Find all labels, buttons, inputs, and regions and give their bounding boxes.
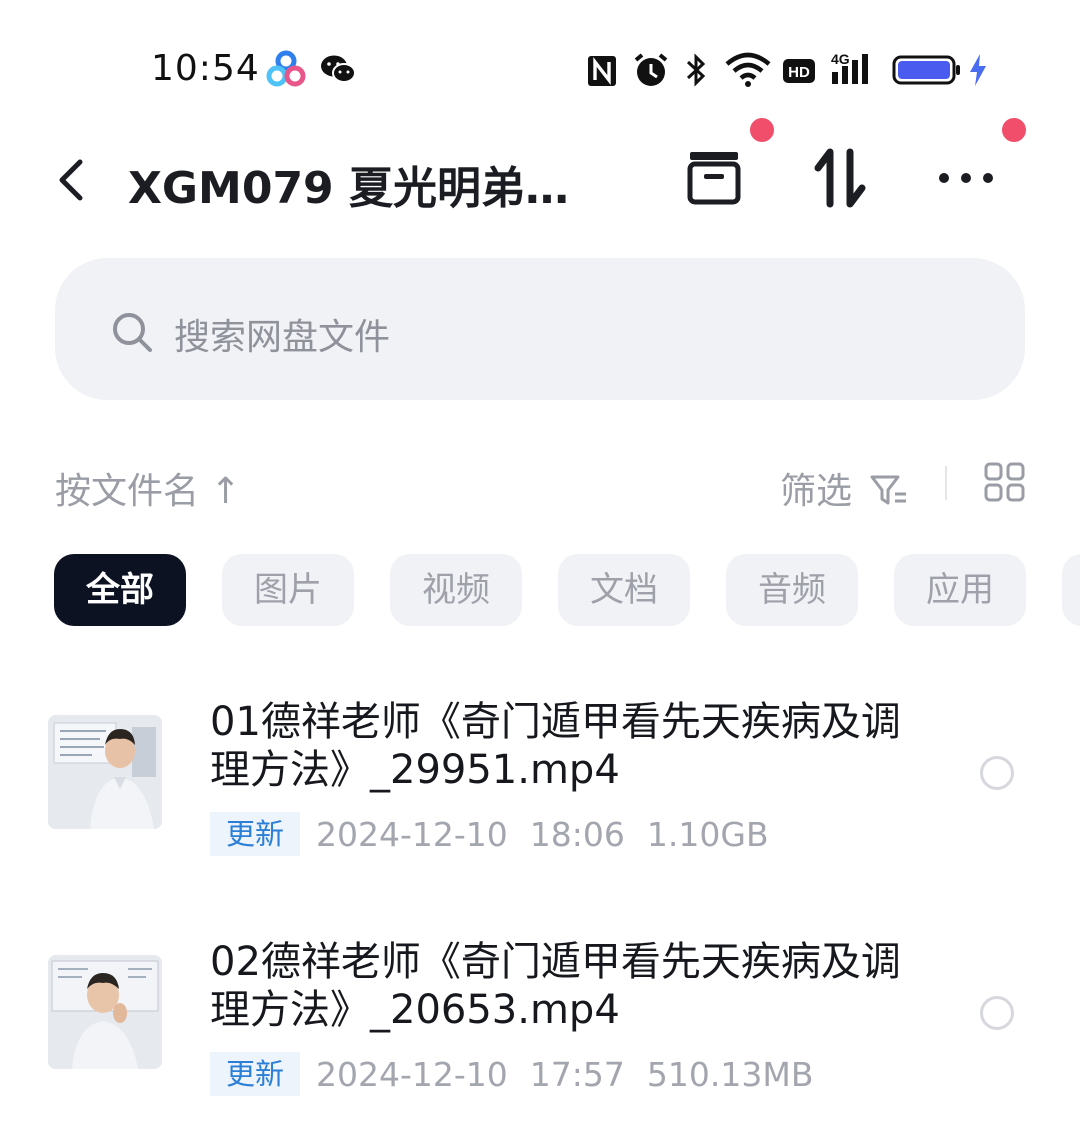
file-name: 01德祥老师《奇门遁甲看先天疾病及调理方法》_29951.mp4 bbox=[210, 699, 901, 793]
bluetooth-icon bbox=[686, 53, 706, 87]
baidu-netdisk-icon bbox=[266, 50, 306, 87]
file-meta: 更新 2024-12-10 18:06 1.10GB bbox=[210, 812, 791, 856]
notification-dot bbox=[1002, 118, 1026, 142]
filter-button[interactable]: 筛选 bbox=[780, 462, 909, 514]
status-time: 10:54 bbox=[151, 48, 260, 89]
category-chip-apps[interactable]: 应用 bbox=[894, 554, 1026, 626]
category-chip-all[interactable]: 全部 bbox=[54, 554, 186, 626]
video-thumbnail bbox=[48, 955, 162, 1069]
file-meta: 更新 2024-12-10 17:57 510.13MB bbox=[210, 1052, 836, 1096]
wechat-icon bbox=[321, 55, 356, 83]
hd-icon: HD bbox=[783, 59, 815, 83]
svg-text:4G: 4G bbox=[831, 51, 850, 67]
charging-icon bbox=[970, 54, 986, 86]
notification-dot bbox=[750, 118, 774, 142]
category-chip-images[interactable]: 图片 bbox=[222, 554, 354, 626]
grid-view-icon[interactable] bbox=[983, 462, 1027, 502]
file-date: 2024-12-10 bbox=[316, 1054, 508, 1094]
category-chip-docs[interactable]: 文档 bbox=[558, 554, 690, 626]
page-title: XGM079 夏光明弟… bbox=[128, 163, 569, 214]
list-item[interactable]: 02德祥老师《奇门遁甲看先天疾病及调理方法》_20653.mp4 更新 2024-… bbox=[0, 930, 1080, 1130]
filter-icon bbox=[870, 475, 907, 505]
sort-arrows-icon[interactable] bbox=[812, 146, 868, 210]
alarm-icon bbox=[634, 53, 668, 86]
search-placeholder: 搜索网盘文件 bbox=[174, 317, 391, 358]
list-item[interactable]: 01德祥老师《奇门遁甲看先天疾病及调理方法》_29951.mp4 更新 2024-… bbox=[0, 690, 1080, 890]
file-size: 510.13MB bbox=[646, 1054, 814, 1094]
file-date: 2024-12-10 bbox=[316, 814, 508, 854]
nfc-icon bbox=[588, 56, 616, 86]
update-badge: 更新 bbox=[210, 812, 301, 856]
select-checkbox[interactable] bbox=[980, 996, 1014, 1030]
update-badge: 更新 bbox=[210, 1052, 301, 1096]
category-chip-audio[interactable]: 音频 bbox=[726, 554, 858, 626]
4g-signal-icon: 4G bbox=[831, 51, 868, 84]
file-time: 17:57 bbox=[529, 1054, 625, 1094]
file-size: 1.10GB bbox=[646, 814, 769, 854]
battery-icon bbox=[892, 55, 960, 85]
more-icon[interactable] bbox=[936, 168, 998, 188]
transfer-box-icon[interactable] bbox=[684, 148, 744, 208]
svg-text:HD: HD bbox=[788, 64, 810, 81]
search-icon bbox=[113, 313, 152, 352]
sort-by-name-button[interactable]: 按文件名 ↑ bbox=[55, 462, 241, 514]
file-time: 18:06 bbox=[529, 814, 625, 854]
wifi-icon bbox=[725, 52, 771, 87]
category-chip-more[interactable] bbox=[1062, 554, 1080, 626]
file-name: 02德祥老师《奇门遁甲看先天疾病及调理方法》_20653.mp4 bbox=[210, 939, 901, 1033]
category-chip-videos[interactable]: 视频 bbox=[390, 554, 522, 626]
filter-label: 筛选 bbox=[780, 471, 853, 512]
status-bar: 10:54 HD 4G bbox=[0, 40, 1080, 100]
select-checkbox[interactable] bbox=[980, 756, 1014, 790]
back-icon[interactable] bbox=[52, 152, 92, 208]
divider bbox=[945, 466, 947, 500]
video-thumbnail bbox=[48, 715, 162, 829]
app-bar: XGM079 夏光明弟… bbox=[0, 118, 1080, 230]
